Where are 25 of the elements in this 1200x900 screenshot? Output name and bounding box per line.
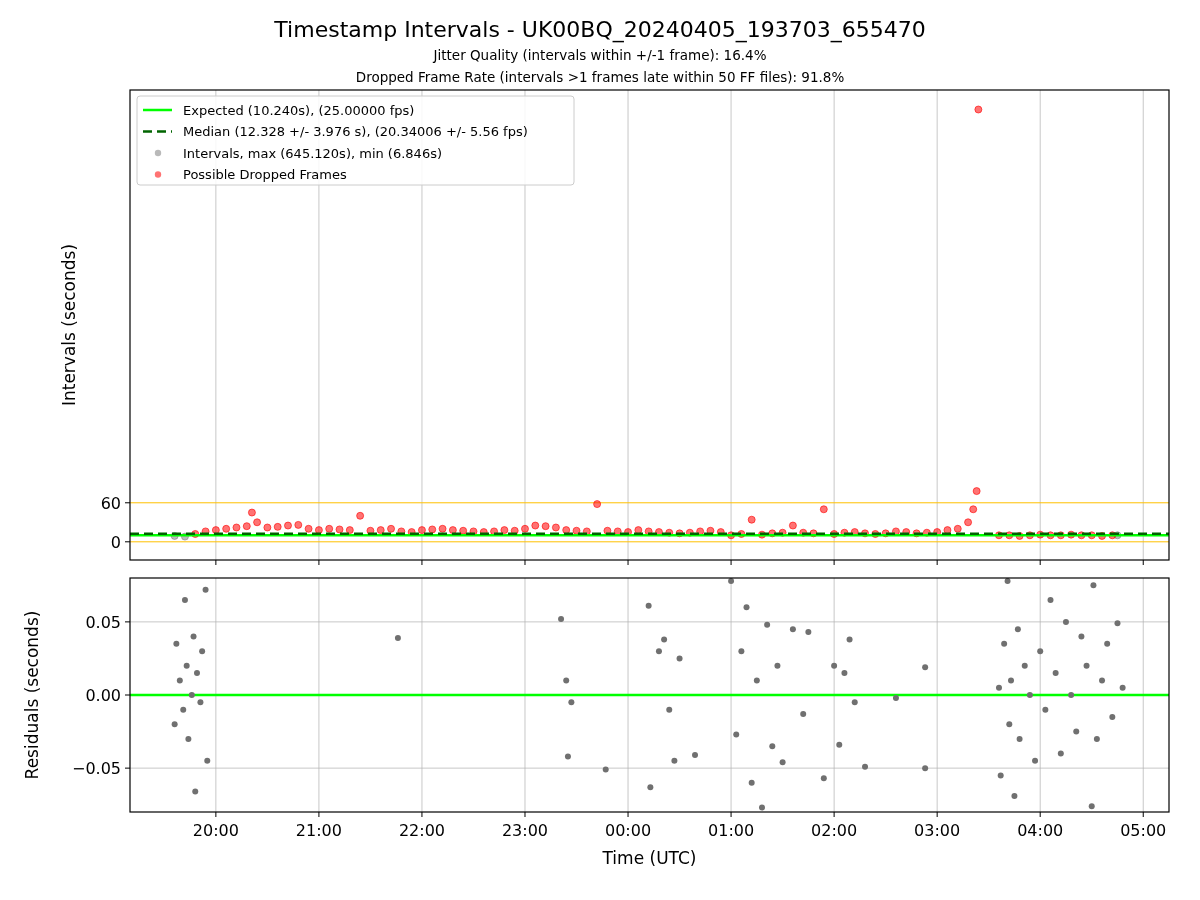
tick-label: 0.00 xyxy=(85,686,121,705)
tick-label: 05:00 xyxy=(1120,821,1167,840)
tick-label: 02:00 xyxy=(811,821,858,840)
tick-label: 00:00 xyxy=(605,821,652,840)
legend-label: Possible Dropped Frames xyxy=(183,167,347,182)
axis-title: Time (UTC) xyxy=(602,848,697,868)
axis-title: Intervals (seconds) xyxy=(59,243,79,407)
tick-label: 23:00 xyxy=(501,821,549,840)
tick-label: 03:00 xyxy=(914,821,961,840)
legend-label: Expected (10.240s), (25.00000 fps) xyxy=(183,102,415,118)
tick-label: 0.05 xyxy=(85,612,121,632)
chart-subtitle: Dropped Frame Rate (intervals >1 frames late within 50 FF files): 91.8% xyxy=(355,68,845,87)
tick-label: 04:00 xyxy=(1017,821,1064,840)
tick-label: 60 xyxy=(100,493,121,513)
tick-label: 0 xyxy=(110,532,121,552)
chart-subtitle: Jitter Quality (intervals within +/-1 frame): 16.4% xyxy=(433,46,767,65)
legend-label: Median (12.328 +/- 3.976 s), (20.34006 +/- 5.56 fps) xyxy=(183,124,528,139)
tick-label: 20:00 xyxy=(192,821,239,840)
tick-label: 01:00 xyxy=(708,821,755,840)
chart-title: Timestamp Intervals - UK00BQ_20240405_193703_655470 xyxy=(274,16,926,44)
tick-label: 22:00 xyxy=(398,821,445,840)
axis-title: Residuals (seconds) xyxy=(22,610,42,780)
tick-label: −0.05 xyxy=(71,759,121,779)
tick-label: 21:00 xyxy=(295,821,342,840)
legend-label: Intervals, max (645.120s), min (6.846s) xyxy=(183,145,442,161)
